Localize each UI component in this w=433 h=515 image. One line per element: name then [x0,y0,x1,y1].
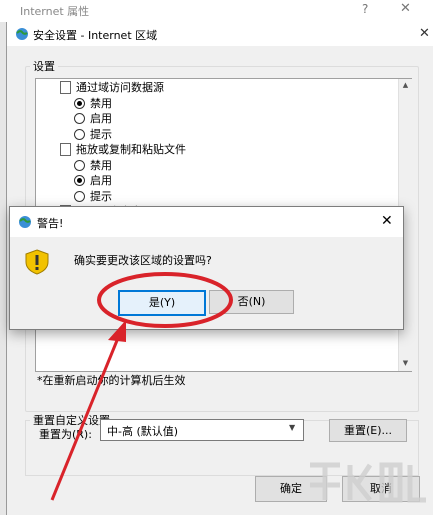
pointer-arrow-head [108,320,126,342]
pointer-arrow-line [50,337,120,501]
highlight-circle [97,272,233,328]
watermark-logo [310,462,426,503]
red-annotation-overlay [50,272,233,501]
